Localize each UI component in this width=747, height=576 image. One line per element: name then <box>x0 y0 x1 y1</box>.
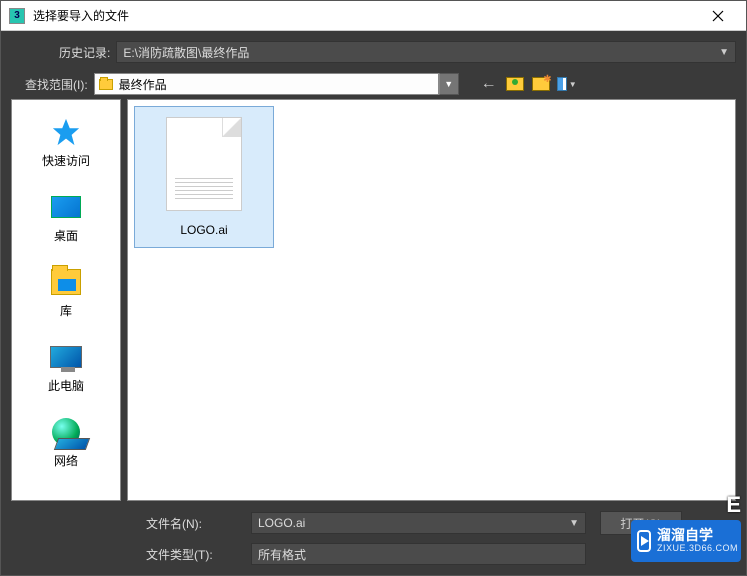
history-dropdown[interactable]: E:\消防疏散图\最终作品 ▼ <box>116 41 736 63</box>
folder-up-icon <box>506 77 524 91</box>
new-folder-button[interactable] <box>531 74 551 94</box>
sidebar-item-network[interactable]: 网络 <box>21 412 111 473</box>
sidebar-item-label: 快速访问 <box>42 152 90 169</box>
dialog-window: 3 选择要导入的文件 历史记录: E:\消防疏散图\最终作品 ▼ 查找范围(I)… <box>0 0 747 576</box>
filename-value: LOGO.ai <box>258 516 305 530</box>
places-sidebar: 快速访问 桌面 库 此电脑 网络 <box>11 99 121 501</box>
sidebar-item-this-pc[interactable]: 此电脑 <box>21 337 111 398</box>
lookin-row: 查找范围(I): 最终作品 ▼ ← ▼ <box>1 67 746 99</box>
filename-label: 文件名(N): <box>146 515 241 532</box>
file-item[interactable]: LOGO.ai <box>134 106 274 248</box>
arrow-left-icon: ← <box>481 75 497 93</box>
view-icon <box>557 77 567 91</box>
close-icon <box>712 10 724 22</box>
sidebar-item-label: 网络 <box>54 452 78 469</box>
filetype-value: 所有格式 <box>258 546 306 563</box>
chevron-down-icon: ▼ <box>569 518 579 529</box>
libraries-icon <box>50 266 82 298</box>
chevron-down-icon: ▼ <box>569 80 577 89</box>
history-value: E:\消防疏散图\最终作品 <box>123 44 249 61</box>
filename-field[interactable]: LOGO.ai ▼ <box>251 512 586 534</box>
back-button[interactable]: ← <box>479 74 499 94</box>
app-icon: 3 <box>9 8 25 24</box>
sidebar-item-desktop[interactable]: 桌面 <box>21 187 111 248</box>
titlebar: 3 选择要导入的文件 <box>1 1 746 31</box>
nav-toolbar: ← ▼ <box>479 74 577 94</box>
close-button[interactable] <box>698 2 738 30</box>
history-label: 历史记录: <box>59 44 110 61</box>
chevron-down-icon: ▼ <box>719 47 729 58</box>
up-one-level-button[interactable] <box>505 74 525 94</box>
watermark-brand: 溜溜自学 <box>657 528 738 543</box>
view-menu-button[interactable]: ▼ <box>557 74 577 94</box>
file-name: LOGO.ai <box>180 223 227 237</box>
folder-icon <box>99 79 113 90</box>
sidebar-item-libraries[interactable]: 库 <box>21 262 111 323</box>
sidebar-item-label: 此电脑 <box>48 377 84 394</box>
sidebar-item-label: 桌面 <box>54 227 78 244</box>
lookin-field[interactable]: 最终作品 <box>94 73 439 95</box>
this-pc-icon <box>50 341 82 373</box>
play-icon <box>637 530 651 552</box>
lookin-label: 查找范围(I): <box>25 76 88 93</box>
main-area: 快速访问 桌面 库 此电脑 网络 <box>1 99 746 507</box>
desktop-icon <box>50 191 82 223</box>
folder-new-icon <box>532 77 550 91</box>
quick-access-icon <box>50 116 82 148</box>
lookin-value: 最终作品 <box>119 76 167 93</box>
window-title: 选择要导入的文件 <box>33 7 698 24</box>
file-thumbnail-icon <box>166 117 242 211</box>
file-list[interactable]: LOGO.ai <box>127 99 736 501</box>
lookin-dropdown-button[interactable]: ▼ <box>439 73 459 95</box>
watermark-badge: 溜溜自学 ZIXUE.3D66.COM <box>631 520 741 562</box>
sidebar-item-quick-access[interactable]: 快速访问 <box>21 112 111 173</box>
dialog-body: 历史记录: E:\消防疏散图\最终作品 ▼ 查找范围(I): 最终作品 ▼ ← <box>1 31 746 575</box>
filetype-label: 文件类型(T): <box>146 546 241 563</box>
history-row: 历史记录: E:\消防疏散图\最终作品 ▼ <box>1 31 746 67</box>
watermark-letter: E <box>726 492 741 518</box>
network-icon <box>50 416 82 448</box>
sidebar-item-label: 库 <box>60 302 72 319</box>
filetype-field[interactable]: 所有格式 <box>251 543 586 565</box>
watermark-url: ZIXUE.3D66.COM <box>657 544 738 554</box>
